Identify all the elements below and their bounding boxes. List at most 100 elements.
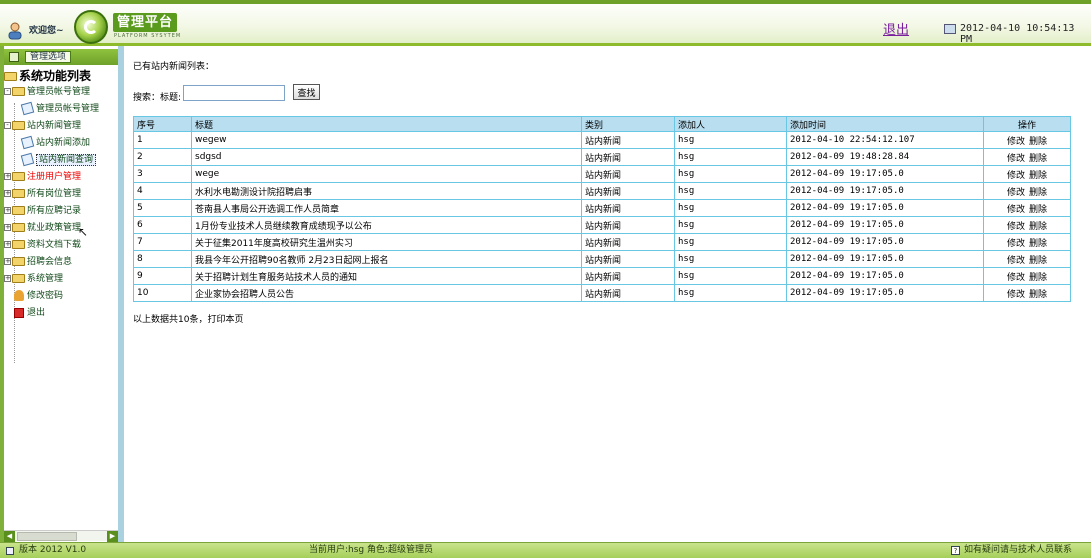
- edit-icon: [20, 135, 35, 150]
- logout-link[interactable]: 退出: [883, 19, 909, 38]
- scroll-right-icon[interactable]: ▶: [107, 531, 118, 542]
- delete-link[interactable]: 删除: [1029, 154, 1047, 164]
- edit-link[interactable]: 修改: [1007, 273, 1025, 283]
- scroll-left-icon[interactable]: ◀: [4, 531, 15, 542]
- cell-author: hsg: [674, 267, 787, 285]
- cell-title: 关于征集2011年度高校研究生温州实习: [191, 233, 582, 251]
- cell-id: 7: [133, 233, 192, 251]
- cell-title: wegew: [191, 131, 582, 149]
- sidebar-item-job-fair[interactable]: + 招聘会信息: [4, 255, 72, 270]
- edit-link[interactable]: 修改: [1007, 137, 1025, 147]
- sidebar-item-employment-policy[interactable]: + 就业政策管理: [4, 221, 81, 236]
- cell-category: 站内新闻: [581, 284, 675, 302]
- sidebar-item-admin-accounts-manage[interactable]: 管理员帐号管理: [20, 101, 99, 117]
- cell-author: hsg: [674, 216, 787, 234]
- plus-icon[interactable]: +: [4, 224, 11, 231]
- sidebar-item-applications[interactable]: + 所有应聘记录: [4, 204, 81, 219]
- cell-actions: 修改 删除: [983, 148, 1071, 166]
- minus-icon[interactable]: -: [4, 88, 11, 95]
- sidebar-item-label: 站内新闻管理: [27, 121, 82, 131]
- news-table: 序号 标题 类别 添加人 添加时间 操作 1 wegew 站内新闻 hsg 2012-0…: [133, 116, 1071, 302]
- sidebar-item-news-add[interactable]: 站内新闻添加: [20, 135, 90, 151]
- folder-open-icon: [12, 121, 25, 130]
- edit-link[interactable]: 修改: [1007, 205, 1025, 215]
- delete-link[interactable]: 删除: [1029, 205, 1047, 215]
- plus-icon[interactable]: +: [4, 258, 11, 265]
- plus-icon[interactable]: +: [4, 190, 11, 197]
- delete-link[interactable]: 删除: [1029, 290, 1047, 300]
- plus-icon[interactable]: +: [4, 207, 11, 214]
- manage-options-button[interactable]: 管理选项: [25, 51, 72, 63]
- plus-icon[interactable]: +: [4, 173, 11, 180]
- cell-author: hsg: [674, 199, 787, 217]
- tree-root[interactable]: 系统功能列表: [4, 69, 91, 84]
- table-row: 1 wegew 站内新闻 hsg 2012-04-10 22:54:12.107 修改 删除: [133, 131, 1071, 149]
- welcome-text: 欢迎您~: [29, 26, 64, 36]
- sidebar-item-registered-users[interactable]: + 注册用户管理: [4, 170, 81, 185]
- scroll-thumb[interactable]: [17, 532, 77, 541]
- plus-icon[interactable]: +: [4, 241, 11, 248]
- cell-actions: 修改 删除: [983, 267, 1071, 285]
- delete-link[interactable]: 删除: [1029, 137, 1047, 147]
- sidebar-item-system[interactable]: + 系统管理: [4, 272, 63, 287]
- current-user-info: 当前用户:hsg 角色:超级管理员: [309, 545, 434, 555]
- cell-category: 站内新闻: [581, 131, 675, 149]
- sidebar-item-label: 招聘会信息: [27, 257, 73, 267]
- cell-category: 站内新闻: [581, 216, 675, 234]
- edit-link[interactable]: 修改: [1007, 290, 1025, 300]
- cell-time: 2012-04-09 19:17:05.0: [786, 216, 984, 234]
- column-header: 添加人: [674, 116, 787, 132]
- cell-actions: 修改 删除: [983, 216, 1071, 234]
- cell-author: hsg: [674, 165, 787, 183]
- plus-icon[interactable]: +: [4, 275, 11, 282]
- sidebar-item-documents[interactable]: + 资料文档下载: [4, 238, 81, 253]
- cell-title: 1月份专业技术人员继续教育成绩现予以公布: [191, 216, 582, 234]
- sidebar-item-admin-accounts[interactable]: - 管理员帐号管理: [4, 85, 90, 100]
- sidebar-item-change-password[interactable]: 修改密码: [14, 289, 63, 304]
- cell-time: 2012-04-09 19:17:05.0: [786, 267, 984, 285]
- cell-author: hsg: [674, 250, 787, 268]
- table-row: 8 我县今年公开招聘90名教师 2月23日起网上报名 站内新闻 hsg 2012-04-…: [133, 250, 1071, 268]
- delete-link[interactable]: 删除: [1029, 273, 1047, 283]
- edit-link[interactable]: 修改: [1007, 256, 1025, 266]
- delete-link[interactable]: 删除: [1029, 188, 1047, 198]
- edit-link[interactable]: 修改: [1007, 222, 1025, 232]
- edit-link[interactable]: 修改: [1007, 154, 1025, 164]
- cell-title: 企业家协会招聘人员公告: [191, 284, 582, 302]
- cell-time: 2012-04-09 19:48:28.84: [786, 148, 984, 166]
- cell-title: wege: [191, 165, 582, 183]
- delete-link[interactable]: 删除: [1029, 256, 1047, 266]
- page-title: 已有站内新闻列表：: [133, 62, 215, 72]
- column-header: 类别: [581, 116, 675, 132]
- table-row: 5 苍南县人事局公开选调工作人员简章 站内新闻 hsg 2012-04-09 19:17…: [133, 199, 1071, 217]
- cell-actions: 修改 删除: [983, 199, 1071, 217]
- edit-link[interactable]: 修改: [1007, 171, 1025, 181]
- delete-link[interactable]: 删除: [1029, 239, 1047, 249]
- minus-icon[interactable]: -: [4, 122, 11, 129]
- search-button[interactable]: 查找: [293, 84, 320, 100]
- cell-time: 2012-04-09 19:17:05.0: [786, 250, 984, 268]
- cell-author: hsg: [674, 182, 787, 200]
- column-header: 标题: [191, 116, 582, 132]
- edit-link[interactable]: 修改: [1007, 188, 1025, 198]
- sidebar-item-news-query[interactable]: 站内新闻查询: [20, 152, 97, 168]
- delete-link[interactable]: 删除: [1029, 222, 1047, 232]
- cell-time: 2012-04-09 19:17:05.0: [786, 182, 984, 200]
- folder-icon: [12, 240, 25, 249]
- sidebar-horizontal-scrollbar[interactable]: ◀ ▶: [4, 530, 118, 542]
- cell-actions: 修改 删除: [983, 250, 1071, 268]
- sidebar-item-exit[interactable]: 退出: [14, 306, 45, 321]
- search-title-input[interactable]: [183, 85, 285, 101]
- sidebar-item-all-positions[interactable]: + 所有岗位管理: [4, 187, 81, 202]
- header-top-stripe: [0, 0, 1091, 4]
- sidebar-item-label: 就业政策管理: [27, 223, 82, 233]
- main-content: 已有站内新闻列表： 搜索：标题: 查找 序号 标题 类别 添加人 添加时间 操作…: [130, 46, 1091, 542]
- edit-link[interactable]: 修改: [1007, 239, 1025, 249]
- table-row: 7 关于征集2011年度高校研究生温州实习 站内新闻 hsg 2012-04-09 19…: [133, 233, 1071, 251]
- cell-id: 6: [133, 216, 192, 234]
- cell-id: 10: [133, 284, 192, 302]
- sidebar-item-site-news[interactable]: - 站内新闻管理: [4, 119, 81, 134]
- delete-link[interactable]: 删除: [1029, 171, 1047, 181]
- cell-title: 水利水电勘测设计院招聘启事: [191, 182, 582, 200]
- sidebar-item-label: 注册用户管理: [27, 172, 82, 182]
